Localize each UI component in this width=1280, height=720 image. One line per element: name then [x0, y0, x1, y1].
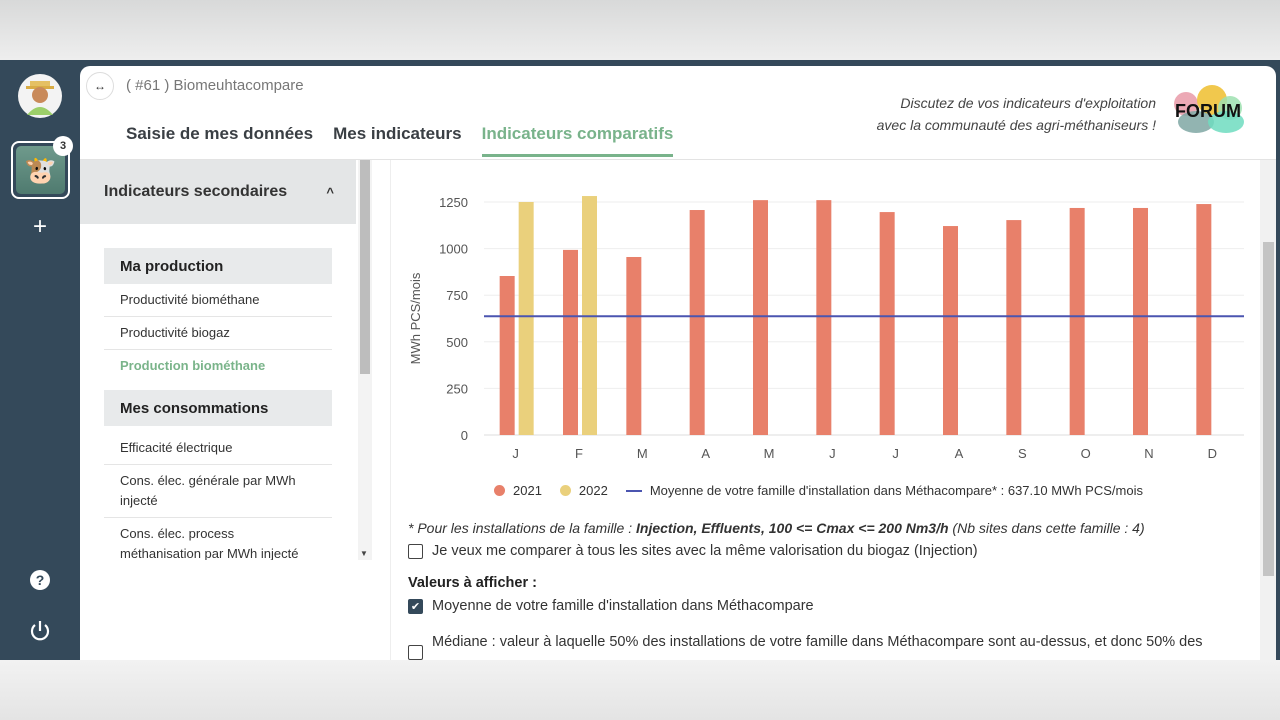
tab-mes-indicateurs[interactable]: Mes indicateurs	[333, 124, 462, 157]
checkbox-label: Médiane : valeur à laquelle 50% des inst…	[432, 634, 1203, 650]
bar-2021	[1006, 220, 1022, 435]
y-tick-label: 0	[461, 428, 468, 443]
bar-2021	[753, 200, 768, 435]
y-tick-label: 500	[446, 335, 468, 350]
checkbox-label: Moyenne de votre famille d'installation …	[432, 598, 814, 614]
values-title: Valeurs à afficher :	[408, 575, 537, 591]
checkbox-checked[interactable]: ✔	[408, 598, 423, 614]
forum-line1: Discutez de vos indicateurs d'exploitati…	[900, 95, 1156, 111]
tabs: Saisie de mes données Mes indicateurs In…	[126, 124, 674, 157]
power-icon[interactable]	[28, 619, 52, 643]
note-prefix: * Pour les installations de la famille :	[408, 520, 636, 536]
y-tick-label: 250	[446, 381, 468, 396]
scroll-thumb[interactable]	[1263, 242, 1274, 576]
x-tick-label: O	[1081, 446, 1091, 461]
bar-2021	[816, 200, 832, 435]
legend-label: 2021	[513, 483, 542, 498]
tab-indicateurs-comparatifs[interactable]: Indicateurs comparatifs	[481, 124, 674, 157]
svg-text:FORUM: FORUM	[1175, 101, 1241, 121]
chart-legend: 2021 2022 Moyenne de votre famille d'ins…	[494, 483, 1153, 498]
x-tick-label: D	[1208, 446, 1217, 461]
tab-saisie[interactable]: Saisie de mes données	[126, 124, 313, 157]
bar-2021	[1196, 204, 1212, 435]
bar-2021	[1069, 207, 1085, 435]
bar-2021	[689, 210, 705, 435]
help-icon[interactable]: ?	[28, 567, 52, 591]
family-note: * Pour les installations de la famille :…	[408, 520, 1145, 536]
expand-toggle-icon[interactable]: ↔	[86, 72, 114, 100]
x-tick-label: F	[575, 446, 583, 461]
forum-line2: avec la communauté des agri-méthaniseurs…	[876, 117, 1156, 133]
x-tick-label: A	[701, 446, 710, 461]
forum-logo[interactable]: FORUM	[1168, 84, 1248, 136]
bar-chart: 0 250 500 750 1000 1250 MWh PCS/mois J F M A M J J A S O…	[408, 195, 1244, 461]
chevron-up-icon: ^	[326, 184, 334, 200]
y-tick-label: 1000	[439, 242, 468, 257]
legend-label: 2022	[578, 483, 608, 498]
legend-mean[interactable]: Moyenne de votre famille d'installation …	[625, 483, 1143, 498]
menu-item[interactable]: Cons. élec. générale par MWh injecté	[104, 465, 332, 518]
main-card: ↔ ( #61 ) Biomeuhtacompare Saisie de mes…	[80, 66, 1276, 660]
menu-item-active[interactable]: Production biométhane	[104, 350, 332, 382]
checkbox[interactable]	[408, 645, 423, 660]
bar-2021	[1133, 207, 1148, 435]
bar-2022	[518, 202, 534, 435]
scroll-down-icon[interactable]: ▼	[360, 549, 368, 558]
mean-checkbox[interactable]: ✔ Moyenne de votre famille d'installation…	[408, 598, 814, 614]
section-header[interactable]: Indicateurs secondaires ^	[80, 160, 356, 224]
bar-2021	[879, 212, 895, 435]
bar-2021	[499, 276, 515, 435]
compare-all-checkbox[interactable]: Je veux me comparer à tous les sites ave…	[408, 543, 978, 559]
notification-badge: 3	[53, 136, 73, 156]
x-tick-label: J	[829, 446, 836, 461]
x-tick-label: M	[764, 446, 775, 461]
bar-2021	[563, 249, 578, 435]
background-top	[0, 0, 1280, 60]
menu-item[interactable]: Cons. élec. process méthanisation par MW…	[104, 518, 332, 560]
legend-2021[interactable]: 2021	[494, 483, 542, 498]
x-tick-label: S	[1018, 446, 1027, 461]
page-title: ( #61 ) Biomeuhtacompare	[126, 77, 304, 94]
legend-line	[625, 489, 642, 492]
x-tick-label: N	[1144, 446, 1153, 461]
scroll-thumb[interactable]	[360, 160, 370, 374]
y-tick-label: 750	[446, 288, 468, 303]
group-mes-consommations: Mes consommations	[104, 390, 332, 426]
median-checkbox[interactable]: Médiane : valeur à laquelle 50% des inst…	[408, 630, 1238, 660]
user-avatar[interactable]	[18, 74, 62, 118]
menu-item[interactable]: Productivité biométhane	[104, 284, 332, 317]
note-suffix: (Nb sites dans cette famille : 4)	[948, 520, 1145, 536]
section-title: Indicateurs secondaires	[104, 183, 288, 200]
x-tick-label: J	[512, 446, 519, 461]
forum-text[interactable]: Discutez de vos indicateurs d'exploitati…	[877, 92, 1156, 136]
x-tick-label: J	[892, 446, 899, 461]
background-bottom	[0, 660, 1280, 720]
x-tick-label: M	[637, 446, 648, 461]
menu-item[interactable]: Efficacité électrique	[104, 432, 332, 465]
y-tick-label: 1250	[439, 195, 468, 210]
x-tick-label: A	[955, 446, 964, 461]
menu-item[interactable]: Productivité biogaz	[104, 317, 332, 350]
legend-dot	[494, 485, 505, 496]
checkbox-label: Je veux me comparer à tous les sites ave…	[432, 543, 978, 559]
note-family: Injection, Effluents, 100 <= Cmax <= 200…	[636, 520, 949, 536]
bar-2021	[943, 226, 958, 435]
legend-label: Moyenne de votre famille d'installation …	[649, 483, 1143, 498]
indicator-menu: Indicateurs secondaires ^ Ma production P…	[80, 160, 356, 560]
page-scrollbar[interactable]	[1260, 160, 1276, 660]
checkbox[interactable]	[408, 543, 423, 559]
y-axis-label: MWh PCS/mois	[408, 272, 423, 364]
bar-2021	[626, 256, 642, 435]
add-icon[interactable]: +	[28, 215, 52, 239]
menu-scrollbar[interactable]: ▼	[358, 160, 372, 560]
legend-2022[interactable]: 2022	[559, 483, 608, 498]
group-ma-production: Ma production	[104, 248, 332, 284]
legend-dot	[559, 485, 571, 496]
